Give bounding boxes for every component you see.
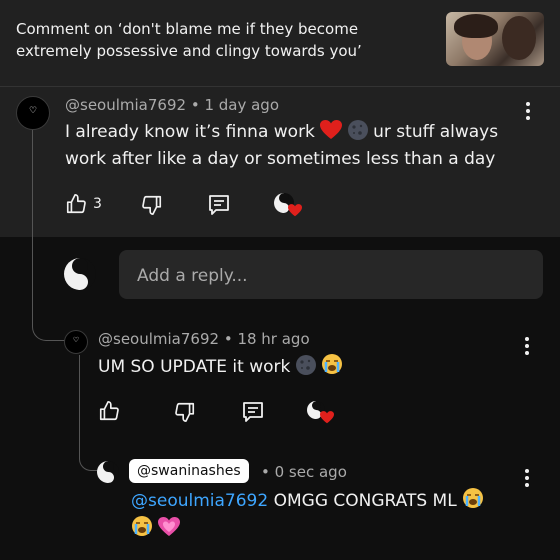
thumbs-up-icon [66, 194, 86, 214]
creator-heart [307, 401, 335, 427]
more-vert-icon[interactable] [525, 469, 529, 490]
mention-link[interactable]: @seoulmia7692 [131, 491, 268, 511]
dislike-button[interactable] [141, 194, 163, 216]
dislike-button[interactable] [174, 401, 196, 423]
pink-heart-emoji [158, 517, 181, 536]
comment-text-line1: I already know it’s finna work [65, 122, 315, 142]
reply-input-box[interactable] [119, 250, 543, 301]
creator-heart [274, 193, 302, 219]
reply-comment-icon [209, 195, 229, 215]
comment-meta: @seoulmia7692 • 1 day ago [65, 96, 279, 114]
comment-time: • 1 day ago [190, 96, 280, 114]
user-avatar [64, 258, 96, 290]
creator-heart-icon [320, 411, 334, 424]
reply1-meta: @seoulmia7692 • 18 hr ago [98, 330, 310, 348]
reply-input[interactable] [135, 250, 529, 301]
avatar[interactable]: ♡ [64, 330, 88, 354]
heart-icon: ♡ [72, 336, 80, 344]
comment-text-line2: work after like a day or sometimes less … [65, 149, 496, 169]
new-moon-face-emoji [295, 355, 316, 375]
thread-connector [79, 440, 98, 471]
heart-icon: ♡ [28, 106, 38, 116]
like-button[interactable]: 3 [65, 193, 102, 215]
reply2-time: • 0 sec ago [261, 463, 347, 481]
thread-connector [32, 300, 65, 341]
reply1-text-content: UM SO UPDATE it work [98, 357, 291, 377]
loudly-crying-face-emoji [132, 516, 152, 536]
reply1-author[interactable]: @seoulmia7692 [98, 330, 219, 348]
avatar[interactable] [97, 461, 119, 483]
more-vert-icon[interactable] [526, 102, 530, 123]
reply1-time: • 18 hr ago [223, 330, 310, 348]
header-title: Comment on ‘don't blame me if they becom… [16, 20, 362, 60]
reply2-text: @seoulmia7692 OMGG CONGRATS ML [131, 487, 521, 543]
loudly-crying-face-emoji [463, 488, 484, 508]
loudly-crying-face-emoji [322, 354, 343, 374]
reply-button[interactable] [241, 400, 265, 424]
reply-comment-icon [243, 402, 263, 422]
red-heart-emoji [320, 120, 343, 139]
reply-button[interactable] [207, 193, 231, 217]
thumbs-up-icon [99, 401, 119, 421]
more-vert-icon[interactable] [525, 337, 529, 358]
thread-line [32, 130, 33, 315]
video-thumbnail[interactable] [446, 12, 544, 66]
comment-text-line1b: ur stuff always [373, 122, 499, 142]
avatar[interactable]: ♡ [16, 96, 50, 130]
reply2-text-content: OMGG CONGRATS ML [273, 491, 457, 511]
thumbs-down-icon [142, 195, 162, 215]
new-moon-face-emoji [347, 120, 368, 140]
creator-heart-icon [288, 204, 302, 217]
comment-text: I already know it’s finna work ur stuff … [65, 119, 525, 173]
thumbs-down-icon [175, 402, 195, 422]
reply1-text: UM SO UPDATE it work [98, 353, 518, 381]
like-count: 3 [93, 196, 102, 212]
comment-author[interactable]: @seoulmia7692 [65, 96, 186, 114]
comment-header: Comment on ‘don't blame me if they becom… [0, 0, 560, 86]
header-divider [0, 86, 560, 87]
like-button[interactable] [98, 400, 120, 422]
author-tag[interactable]: @swaninashes [129, 459, 249, 483]
